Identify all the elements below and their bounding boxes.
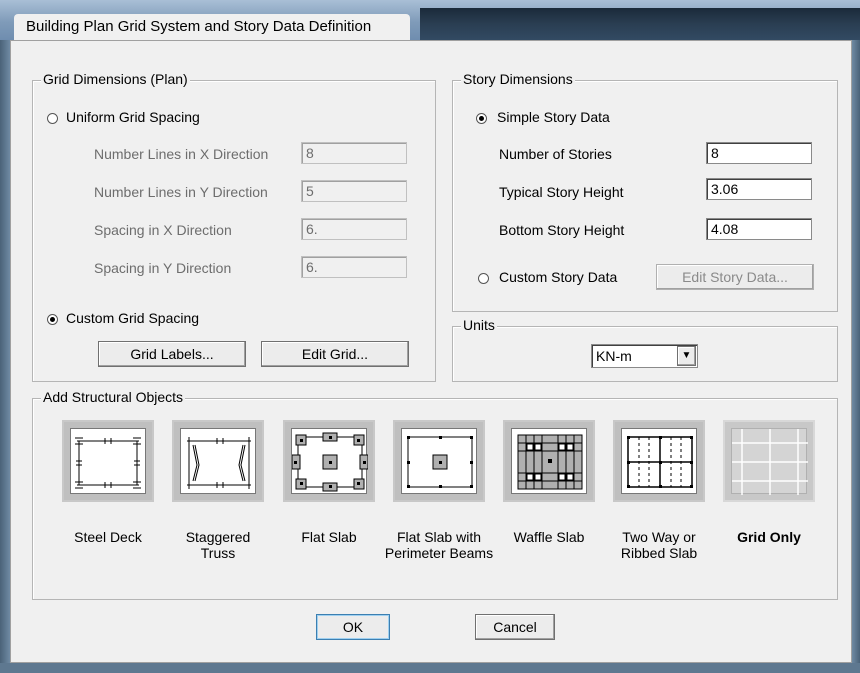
- flat-slab-perimeter-beams-label-line1: Flat Slab with: [396, 529, 482, 545]
- two-way-ribbed-slab-tile[interactable]: [613, 420, 705, 502]
- flat-slab-tile[interactable]: [283, 420, 375, 502]
- window-title: Building Plan Grid System and Story Data…: [26, 18, 372, 35]
- uniform-grid-spacing-label[interactable]: Uniform Grid Spacing: [66, 109, 200, 125]
- uniform-grid-spacing-radio[interactable]: [47, 113, 58, 124]
- bottom-story-height-input[interactable]: 4.08: [706, 218, 812, 240]
- grid-field-label: Spacing in Y Direction: [94, 260, 232, 276]
- waffle-slab-label: Waffle Slab: [489, 529, 609, 545]
- flat-slab-perimeter-beams-tile[interactable]: [393, 420, 485, 502]
- story-field-label: Number of Stories: [499, 146, 612, 162]
- two-way-ribbed-slab-label: Two Way or Ribbed Slab: [599, 529, 719, 561]
- flat-slab-label-line1: Flat Slab: [301, 529, 357, 545]
- waffle-slab-icon: [511, 428, 587, 494]
- flat-slab-perimeter-beams-label-line2: Perimeter Beams: [384, 545, 494, 561]
- story-dimensions-legend: Story Dimensions: [461, 71, 575, 87]
- number-lines-y-input[interactable]: 5: [301, 180, 407, 202]
- chevron-down-icon: ▼: [681, 350, 692, 361]
- number-lines-x-input[interactable]: 8: [301, 142, 407, 164]
- two-way-ribbed-slab-label-line2: Ribbed Slab: [620, 545, 698, 561]
- grid-field-label: Spacing in X Direction: [94, 222, 232, 238]
- staggered-truss-label-line1: Staggered: [185, 529, 251, 545]
- two-way-ribbed-slab-label-line1: Two Way or: [622, 529, 696, 545]
- structural-objects-legend: Add Structural Objects: [41, 389, 186, 405]
- steel-deck-label: Steel Deck: [48, 529, 168, 545]
- grid-field-label: Number Lines in Y Direction: [94, 184, 268, 200]
- two-way-ribbed-slab-icon: [621, 428, 697, 494]
- story-field-label: Typical Story Height: [499, 184, 624, 200]
- custom-story-data-radio[interactable]: [478, 273, 489, 284]
- staggered-truss-label: Staggered Truss: [158, 529, 278, 561]
- waffle-slab-label-line1: Waffle Slab: [513, 529, 585, 545]
- waffle-slab-tile[interactable]: [503, 420, 595, 502]
- units-value: KN-m: [596, 348, 632, 364]
- simple-story-data-label[interactable]: Simple Story Data: [497, 109, 610, 125]
- story-field-label: Bottom Story Height: [499, 222, 625, 238]
- grid-labels-button[interactable]: Grid Labels...: [98, 341, 246, 367]
- grid-only-icon: [731, 428, 808, 495]
- staggered-truss-icon: [180, 428, 256, 494]
- grid-only-tile[interactable]: [723, 420, 815, 502]
- custom-grid-spacing-radio[interactable]: [47, 314, 58, 325]
- edit-story-data-button[interactable]: Edit Story Data...: [656, 264, 814, 290]
- number-of-stories-input[interactable]: 8: [706, 142, 812, 164]
- staggered-truss-tile[interactable]: [172, 420, 264, 502]
- custom-story-data-label[interactable]: Custom Story Data: [499, 269, 617, 285]
- grid-dimensions-legend: Grid Dimensions (Plan): [41, 71, 190, 87]
- typical-story-height-input[interactable]: 3.06: [706, 178, 812, 200]
- flat-slab-icon: [291, 428, 368, 494]
- simple-story-data-radio[interactable]: [476, 113, 487, 124]
- flat-slab-perimeter-beams-label: Flat Slab with Perimeter Beams: [379, 529, 499, 561]
- units-dropdown-button[interactable]: ▼: [677, 346, 696, 366]
- cancel-button[interactable]: Cancel: [475, 614, 555, 640]
- spacing-x-input[interactable]: 6.: [301, 218, 407, 240]
- spacing-y-input[interactable]: 6.: [301, 256, 407, 278]
- window-frame-right: [852, 40, 860, 673]
- edit-grid-button[interactable]: Edit Grid...: [261, 341, 409, 367]
- title-bar-background: [420, 8, 860, 40]
- grid-only-label-line1: Grid Only: [737, 529, 801, 545]
- steel-deck-icon: [70, 428, 146, 494]
- flat-slab-perimeter-beams-icon: [401, 428, 477, 494]
- window-frame-bottom: [0, 663, 860, 673]
- grid-only-label: Grid Only: [709, 529, 829, 545]
- steel-deck-tile[interactable]: [62, 420, 154, 502]
- flat-slab-label: Flat Slab: [269, 529, 389, 545]
- units-legend: Units: [461, 317, 497, 333]
- grid-field-label: Number Lines in X Direction: [94, 146, 269, 162]
- steel-deck-label-line1: Steel Deck: [74, 529, 142, 545]
- custom-grid-spacing-label[interactable]: Custom Grid Spacing: [66, 310, 199, 326]
- window-frame-left: [0, 40, 10, 673]
- staggered-truss-label-line2: Truss: [200, 545, 236, 561]
- ok-button[interactable]: OK: [316, 614, 390, 640]
